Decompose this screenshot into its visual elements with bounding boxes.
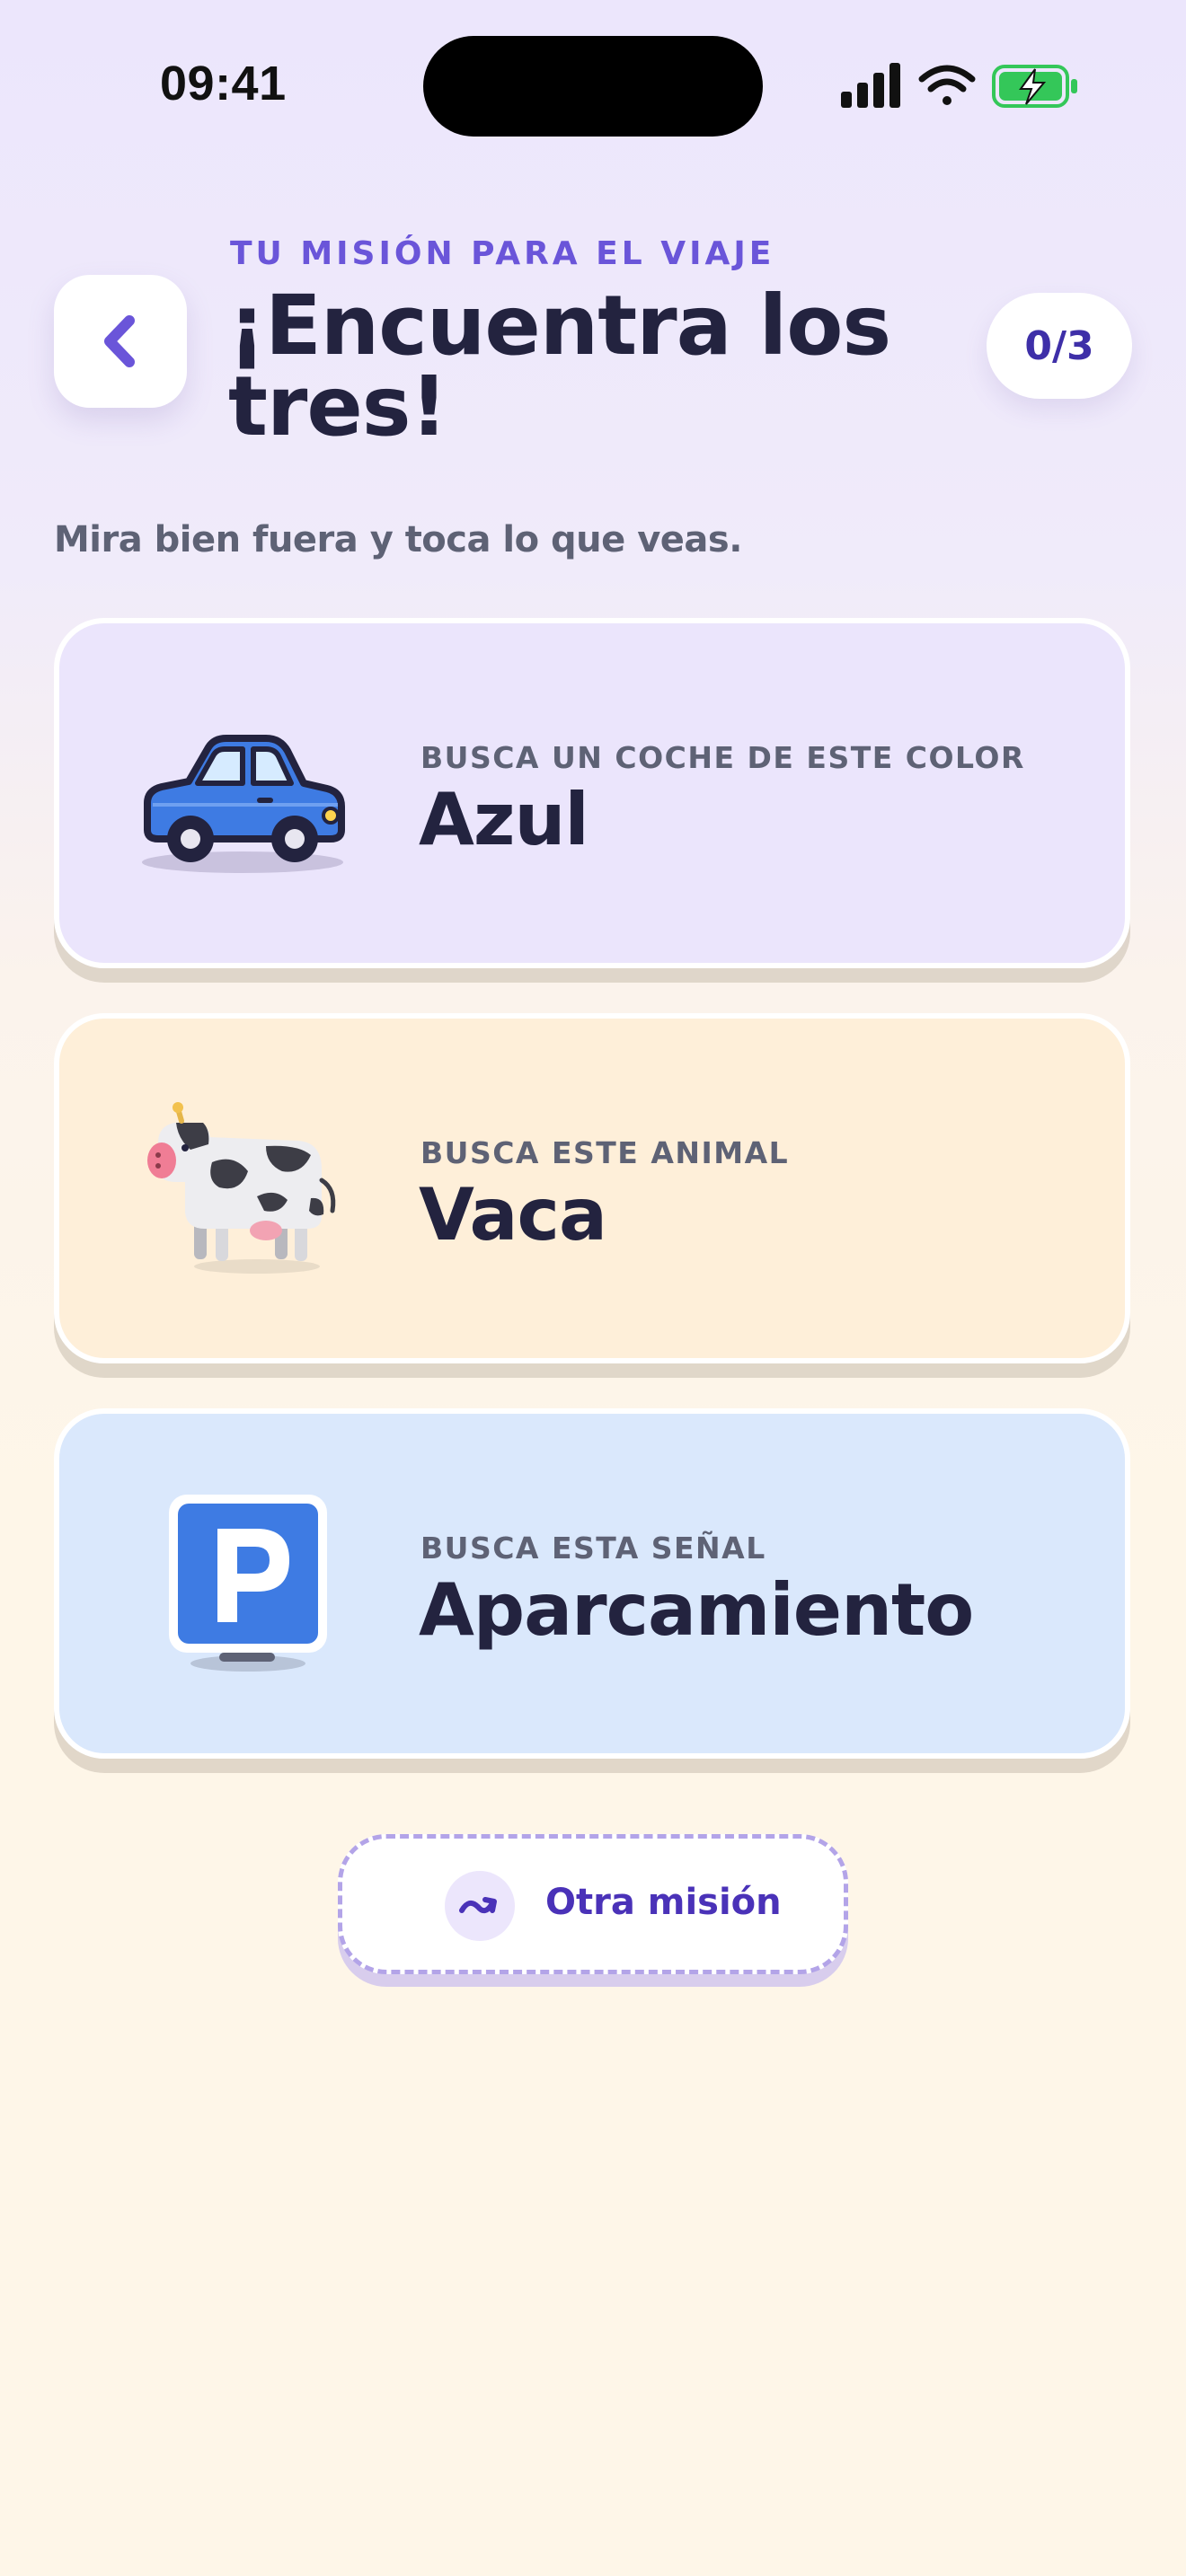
back-button[interactable] [54, 275, 187, 408]
signal-icon [841, 63, 900, 108]
mission-value: Vaca [419, 1173, 607, 1257]
mission-label: BUSCA ESTE ANIMAL [420, 1135, 790, 1170]
blue-car-icon [142, 735, 345, 873]
instructions-text: Mira bien fuera y toca lo que veas. [54, 519, 742, 560]
cow-icon [147, 1102, 336, 1274]
mission-label: BUSCA UN COCHE DE ESTE COLOR [420, 740, 1025, 775]
mission-label: BUSCA ESTA SEÑAL [420, 1531, 766, 1566]
page-title: ¡Encuentra los tres! [228, 278, 891, 454]
chevron-left-icon [104, 315, 135, 367]
wifi-icon [918, 65, 976, 105]
mission-kicker: TU MISIÓN PARA EL VIAJE [230, 235, 775, 272]
mission-value: Aparcamiento [419, 1568, 974, 1652]
progress-counter: 0/3 [987, 293, 1132, 399]
status-icons [841, 63, 1077, 108]
battery-charging-icon [992, 65, 1077, 108]
other-mission-button[interactable]: Otra misión [338, 1834, 848, 1974]
mission-card-sign[interactable]: BUSCA ESTA SEÑAL Aparcamiento [54, 1408, 1130, 1759]
mission-card-animal[interactable]: BUSCA ESTE ANIMAL Vaca [54, 1013, 1130, 1363]
status-time: 09:41 [160, 57, 287, 110]
parking-sign-icon [169, 1495, 327, 1672]
dynamic-island [423, 36, 763, 137]
mission-card-car[interactable]: BUSCA UN COCHE DE ESTE COLOR Azul [54, 618, 1130, 968]
mission-value: Azul [419, 778, 589, 861]
other-mission-label: Otra misión [545, 1882, 782, 1923]
shuffle-icon [445, 1871, 515, 1941]
